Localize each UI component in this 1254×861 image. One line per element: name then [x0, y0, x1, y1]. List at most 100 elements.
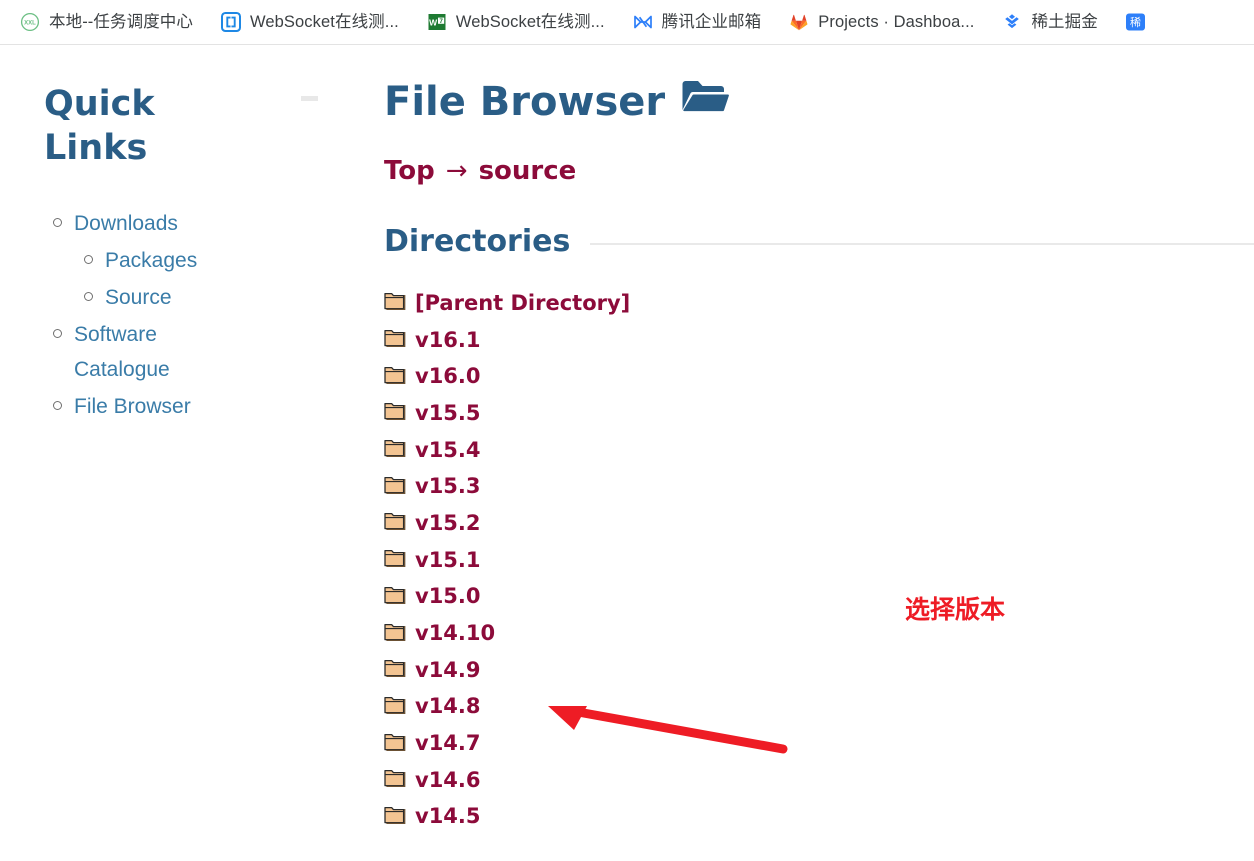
directory-row[interactable]: v15.3: [384, 468, 1254, 505]
directory-link[interactable]: v15.1: [415, 549, 481, 571]
sidebar-collapse-toggle[interactable]: [301, 96, 318, 101]
section-heading: Directories: [384, 224, 571, 259]
folder-icon: [384, 695, 406, 719]
svg-text:7: 7: [439, 18, 443, 25]
directory-row[interactable]: v14.9: [384, 652, 1254, 689]
list-item: Source: [44, 280, 314, 315]
directory-link[interactable]: v15.2: [415, 512, 481, 534]
directory-row[interactable]: v16.0: [384, 358, 1254, 395]
directory-link[interactable]: v15.4: [415, 439, 481, 461]
folder-icon: [384, 475, 406, 499]
tencent-exmail-icon: [633, 12, 653, 32]
bookmark-item-xxl-job[interactable]: XXL 本地--任务调度中心: [14, 7, 199, 37]
sidebar-item-source[interactable]: Source: [44, 280, 314, 315]
annotation-label: 选择版本: [905, 595, 1006, 624]
directory-row[interactable]: v15.4: [384, 432, 1254, 469]
directory-row[interactable]: [Parent Directory]: [384, 285, 1254, 322]
websocket-brackets-icon: [221, 12, 241, 32]
section-directories-header: Directories: [384, 224, 1254, 260]
bookmark-label: WebSocket在线测...: [455, 12, 605, 31]
sidebar-item-label[interactable]: File Browser: [74, 389, 191, 424]
list-item: Software Catalogue: [44, 317, 314, 387]
sidebar-item-software-catalogue[interactable]: Software Catalogue: [44, 317, 314, 387]
folder-icon: [384, 585, 406, 609]
blue-bookmark-partial-icon: 稀: [1125, 12, 1146, 32]
svg-text:稀: 稀: [1130, 16, 1141, 29]
directory-link[interactable]: v14.9: [415, 659, 481, 681]
sidebar-item-downloads[interactable]: Downloads: [44, 206, 314, 241]
bookmark-item-gitlab-projects[interactable]: Projects · Dashboa...: [783, 7, 980, 37]
bookmark-item-juejin[interactable]: 稀土掘金: [996, 7, 1103, 37]
directory-row[interactable]: v15.1: [384, 542, 1254, 579]
directory-row[interactable]: v14.7: [384, 725, 1254, 762]
bookmark-label: Projects · Dashboa...: [818, 12, 975, 31]
folder-icon: [384, 768, 406, 792]
sidebar-item-label[interactable]: Source: [105, 280, 172, 315]
xxl-job-logo-icon: XXL: [20, 12, 40, 32]
svg-text:XXL: XXL: [24, 20, 36, 26]
page-title-text: File Browser: [384, 79, 666, 125]
bookmark-label: 腾讯企业邮箱: [661, 12, 762, 31]
directory-row[interactable]: v14.10: [384, 615, 1254, 652]
directory-row[interactable]: v15.5: [384, 395, 1254, 432]
folder-icon: [384, 548, 406, 572]
directory-link[interactable]: v14.7: [415, 733, 481, 754]
directory-link[interactable]: v14.8: [415, 696, 481, 717]
folder-icon: [384, 732, 406, 756]
bookmark-bar: XXL 本地--任务调度中心 WebSocket在线测... W 7 WebSo…: [0, 0, 1254, 45]
list-item: Downloads Packages Source: [44, 206, 314, 315]
open-folder-icon: [681, 76, 730, 128]
page-title: File Browser: [384, 76, 1254, 128]
directory-link[interactable]: v14.10: [415, 623, 495, 644]
sidebar-item-label[interactable]: Downloads: [74, 206, 178, 241]
directory-row[interactable]: v14.5: [384, 799, 1254, 836]
directory-link[interactable]: v15.3: [415, 476, 481, 497]
breadcrumb-item-source[interactable]: source: [479, 155, 577, 187]
directory-link[interactable]: v14.6: [415, 769, 481, 791]
bookmark-item-tencent-exmail[interactable]: 腾讯企业邮箱: [627, 7, 768, 37]
page-content: Quick Links Downloads Packages Source So…: [0, 46, 1254, 861]
folder-icon: [384, 622, 406, 646]
directory-link[interactable]: v14.5: [415, 806, 481, 827]
bookmark-item-partial[interactable]: 稀: [1120, 7, 1161, 37]
bookmark-label: 本地--任务调度中心: [49, 12, 193, 31]
directory-row[interactable]: v14.6: [384, 762, 1254, 799]
bookmark-label: 稀土掘金: [1031, 12, 1098, 31]
bookmark-item-websocket-1[interactable]: WebSocket在线测...: [215, 7, 405, 37]
svg-text:W: W: [429, 18, 438, 28]
folder-icon: [384, 805, 406, 829]
directory-row[interactable]: v15.2: [384, 505, 1254, 542]
quick-links-list: Downloads Packages Source Software Catal…: [44, 206, 314, 424]
bookmark-label: WebSocket在线测...: [250, 12, 399, 31]
directory-link[interactable]: v15.0: [415, 586, 481, 607]
folder-icon: [384, 511, 406, 535]
directory-row[interactable]: v16.1: [384, 322, 1254, 359]
folder-icon: [384, 438, 406, 462]
directory-row[interactable]: v14.8: [384, 689, 1254, 726]
sidebar-header: Quick Links: [44, 82, 318, 170]
bookmark-item-websocket-2[interactable]: W 7 WebSocket在线测...: [421, 7, 611, 37]
websocket-green-icon: W 7: [427, 12, 447, 32]
juejin-chevrons-icon: [1002, 12, 1022, 32]
sidebar-quick-links: Quick Links Downloads Packages Source So…: [44, 82, 318, 426]
folder-icon: [384, 365, 406, 389]
list-item: File Browser: [44, 389, 314, 424]
directory-link[interactable]: v16.1: [415, 329, 481, 351]
gitlab-fox-icon: [789, 12, 809, 32]
directory-link[interactable]: [Parent Directory]: [415, 292, 630, 314]
directory-link[interactable]: v15.5: [415, 402, 481, 424]
breadcrumb-separator: →: [445, 156, 468, 186]
directory-row[interactable]: v15.0: [384, 579, 1254, 616]
directory-link[interactable]: v16.0: [415, 366, 481, 387]
sidebar-item-label[interactable]: Packages: [105, 243, 197, 278]
sidebar-item-packages[interactable]: Packages: [44, 243, 314, 278]
sidebar-item-label[interactable]: Software Catalogue: [74, 317, 234, 387]
sidebar-item-file-browser[interactable]: File Browser: [44, 389, 314, 424]
main-content: File Browser Top → source Directories [P…: [384, 76, 1254, 835]
breadcrumb-item-top[interactable]: Top: [384, 155, 435, 187]
folder-icon: [384, 658, 406, 682]
folder-icon: [384, 328, 406, 352]
list-item: Packages: [44, 243, 314, 278]
sidebar-title: Quick Links: [44, 84, 155, 168]
breadcrumb: Top → source: [384, 155, 1254, 187]
